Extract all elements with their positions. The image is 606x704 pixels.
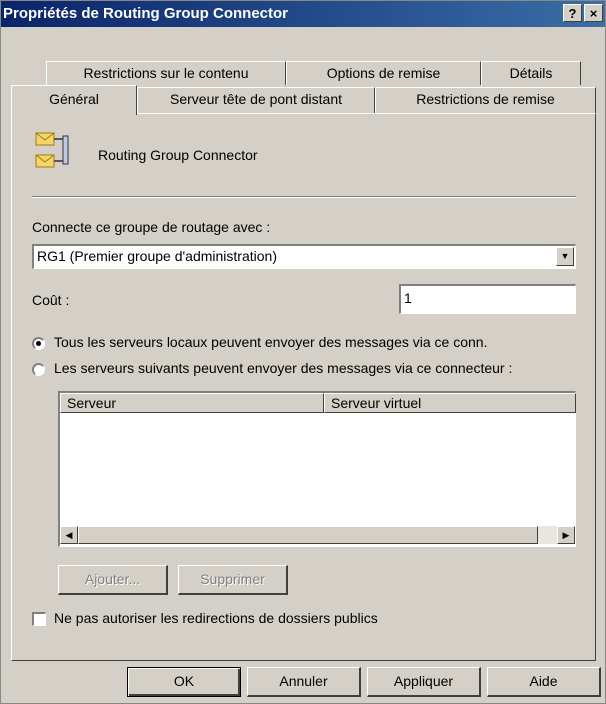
cancel-button[interactable]: Annuler bbox=[247, 667, 361, 697]
radio-some-servers-label[interactable]: Les serveurs suivants peuvent envoyer de… bbox=[54, 360, 512, 376]
tab-details[interactable]: Détails bbox=[481, 61, 581, 85]
tab-label: Restrictions de remise bbox=[416, 91, 555, 107]
radio-all-servers-label[interactable]: Tous les serveurs locaux peuvent envoyer… bbox=[54, 334, 487, 350]
cost-label: Coût : bbox=[32, 292, 70, 308]
radio-some-servers[interactable] bbox=[32, 363, 45, 376]
add-button-label: Ajouter... bbox=[84, 571, 141, 587]
title-bar[interactable]: Propriétés de Routing Group Connector ? … bbox=[1, 1, 605, 27]
column-header-virtual-server[interactable]: Serveur virtuel bbox=[324, 393, 576, 413]
separator bbox=[32, 196, 576, 198]
window-title: Propriétés de Routing Group Connector bbox=[3, 5, 289, 22]
tab-label: Détails bbox=[509, 65, 553, 81]
connect-dropdown[interactable]: RG1 (Premier groupe d'administration) ▼ bbox=[32, 244, 576, 269]
column-header-server[interactable]: Serveur bbox=[60, 393, 324, 413]
radio-all-servers[interactable] bbox=[32, 337, 45, 350]
scroll-thumb[interactable] bbox=[78, 526, 538, 544]
tab-restrictions-contenu[interactable]: Restrictions sur le contenu bbox=[46, 61, 286, 85]
tab-general[interactable]: Général bbox=[11, 85, 137, 115]
tab-serveur-tete-pont[interactable]: Serveur tête de pont distant bbox=[137, 87, 375, 113]
cost-input[interactable]: 1 bbox=[399, 284, 576, 314]
close-button[interactable]: × bbox=[584, 4, 603, 22]
object-name: Routing Group Connector bbox=[98, 147, 258, 163]
help-footer-button[interactable]: Aide bbox=[487, 667, 601, 697]
ok-button[interactable]: OK bbox=[127, 667, 241, 697]
connect-label: Connecte ce groupe de routage avec : bbox=[32, 219, 270, 235]
horizontal-scrollbar[interactable]: ◀ ▶ bbox=[60, 526, 575, 544]
remove-button-label: Supprimer bbox=[200, 571, 265, 587]
scroll-left-icon[interactable]: ◀ bbox=[60, 526, 78, 544]
tab-label: Options de remise bbox=[326, 65, 441, 81]
connect-label-text: Connecte ce groupe de routage avec : bbox=[32, 219, 271, 235]
radio-dot bbox=[36, 341, 41, 346]
column-header-label: Serveur virtuel bbox=[331, 395, 422, 411]
server-list[interactable]: Serveur Serveur virtuel ◀ ▶ bbox=[58, 391, 576, 547]
connect-dropdown-value: RG1 (Premier groupe d'administration) bbox=[37, 248, 277, 264]
tab-options-remise[interactable]: Options de remise bbox=[286, 61, 481, 85]
cost-value: 1 bbox=[404, 290, 412, 306]
tab-panel-general: Routing Group Connector Connecte ce grou… bbox=[11, 113, 596, 661]
ok-label: OK bbox=[173, 673, 195, 689]
column-header-label: Serveur bbox=[67, 395, 117, 411]
tab-label: Serveur tête de pont distant bbox=[170, 91, 342, 107]
help-label: Aide bbox=[529, 673, 558, 689]
properties-dialog: Propriétés de Routing Group Connector ? … bbox=[0, 0, 606, 704]
apply-label: Appliquer bbox=[393, 673, 454, 689]
remove-button[interactable]: Supprimer bbox=[178, 565, 288, 595]
tab-label: Général bbox=[49, 91, 99, 107]
no-public-folder-label[interactable]: Ne pas autoriser les redirections de dos… bbox=[54, 610, 378, 626]
add-button[interactable]: Ajouter... bbox=[58, 565, 168, 595]
connector-icon bbox=[34, 130, 74, 170]
tab-restrictions-remise[interactable]: Restrictions de remise bbox=[375, 87, 596, 113]
dropdown-arrow-icon[interactable]: ▼ bbox=[556, 247, 574, 266]
apply-button[interactable]: Appliquer bbox=[367, 667, 481, 697]
no-public-folder-checkbox[interactable] bbox=[32, 612, 46, 626]
scroll-right-icon[interactable]: ▶ bbox=[557, 526, 575, 544]
help-button[interactable]: ? bbox=[563, 4, 582, 22]
tab-label: Restrictions sur le contenu bbox=[83, 65, 249, 81]
cancel-label: Annuler bbox=[279, 673, 328, 689]
